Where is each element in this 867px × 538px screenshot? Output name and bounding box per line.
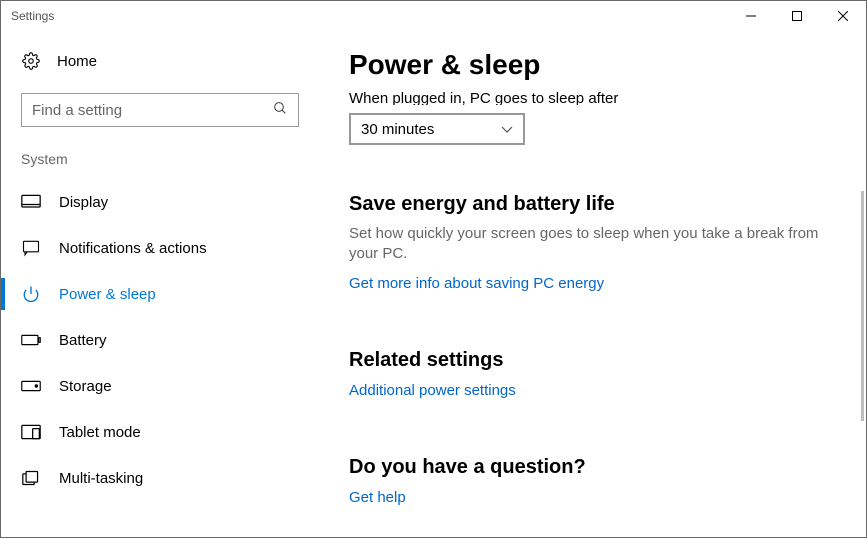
content-area: Power & sleep When plugged in, PC goes t… (319, 31, 866, 537)
home-nav[interactable]: Home (1, 41, 319, 81)
power-icon (21, 284, 41, 304)
related-settings-heading: Related settings (349, 349, 852, 372)
minimize-button[interactable] (728, 1, 774, 31)
dropdown-value: 30 minutes (361, 121, 434, 138)
sidebar-item-multitasking[interactable]: Multi-tasking (1, 455, 319, 501)
save-energy-heading: Save energy and battery life (349, 193, 852, 216)
additional-power-settings-link[interactable]: Additional power settings (349, 382, 516, 399)
sidebar-item-label: Multi-tasking (59, 470, 143, 487)
window-title: Settings (11, 9, 54, 23)
display-icon (21, 192, 41, 212)
home-label: Home (57, 53, 97, 70)
sidebar-item-power-sleep[interactable]: Power & sleep (1, 271, 319, 317)
nav-list: Display Notifications & actions Power & … (1, 179, 319, 501)
storage-icon (21, 376, 41, 396)
titlebar: Settings (1, 1, 866, 31)
scrollbar[interactable] (854, 91, 864, 535)
sleep-when-plugged-label-partial: When plugged in, PC goes to sleep after (349, 91, 852, 105)
sidebar-item-tablet-mode[interactable]: Tablet mode (1, 409, 319, 455)
sidebar-item-label: Storage (59, 378, 112, 395)
sidebar-item-notifications[interactable]: Notifications & actions (1, 225, 319, 271)
save-energy-link[interactable]: Get more info about saving PC energy (349, 275, 604, 292)
sidebar-item-label: Power & sleep (59, 286, 156, 303)
section-label: System (1, 151, 319, 179)
close-button[interactable] (820, 1, 866, 31)
sidebar-item-label: Tablet mode (59, 424, 141, 441)
sidebar-item-label: Display (59, 194, 108, 211)
sidebar-item-storage[interactable]: Storage (1, 363, 319, 409)
sidebar-item-display[interactable]: Display (1, 179, 319, 225)
sidebar: Home System Display Notifica (1, 31, 319, 537)
page-title: Power & sleep (349, 49, 836, 81)
search-input[interactable] (32, 102, 262, 119)
window-controls (728, 1, 866, 31)
multitasking-icon (21, 468, 41, 488)
search-icon (272, 100, 288, 121)
maximize-button[interactable] (774, 1, 820, 31)
question-heading: Do you have a question? (349, 456, 852, 479)
sidebar-item-label: Battery (59, 332, 107, 349)
notifications-icon (21, 238, 41, 258)
gear-icon (21, 51, 41, 71)
sleep-plugged-dropdown[interactable]: 30 minutes (349, 113, 525, 145)
search-box[interactable] (21, 93, 299, 127)
tablet-icon (21, 422, 41, 442)
scroll-region: When plugged in, PC goes to sleep after … (349, 91, 852, 537)
sidebar-item-battery[interactable]: Battery (1, 317, 319, 363)
save-energy-desc: Set how quickly your screen goes to slee… (349, 224, 829, 265)
chevron-down-icon (501, 122, 513, 137)
battery-icon (21, 330, 41, 350)
get-help-link[interactable]: Get help (349, 489, 406, 506)
scroll-thumb[interactable] (861, 191, 864, 421)
sidebar-item-label: Notifications & actions (59, 240, 207, 257)
